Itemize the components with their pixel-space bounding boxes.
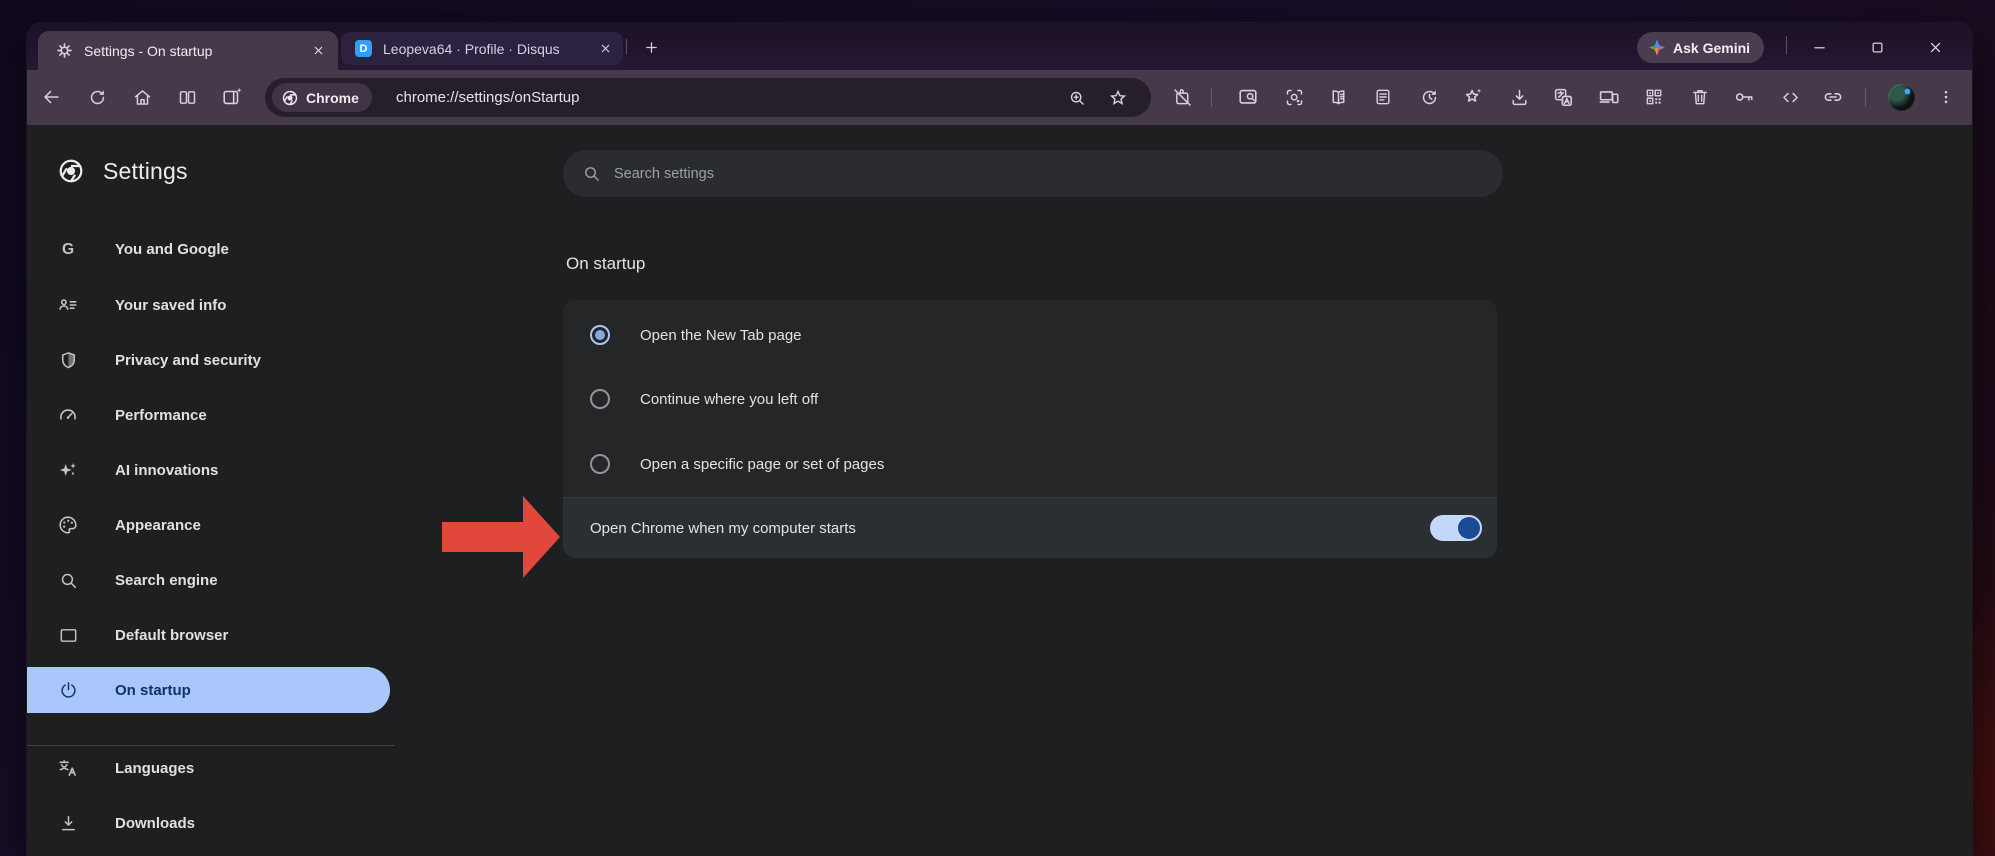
speedometer-icon (57, 404, 79, 426)
download-icon (57, 812, 79, 834)
person-card-icon (57, 294, 79, 316)
link-chain-icon[interactable] (1821, 85, 1845, 109)
close-icon[interactable] (308, 41, 328, 61)
open-chrome-on-startup-row[interactable]: Open Chrome when my computer starts (563, 497, 1497, 558)
tab-title: Leopeva64 · Profile · Disqus (383, 41, 595, 57)
translate-icon[interactable] (1551, 85, 1575, 109)
gear-icon (56, 42, 73, 59)
radio-unselected-icon[interactable] (590, 389, 610, 409)
toggle-switch-on[interactable] (1430, 515, 1482, 541)
browser-window: Settings - On startup D Leopeva64 · Prof… (27, 23, 1972, 856)
sidebar-item-languages[interactable]: Languages (27, 745, 390, 791)
radio-option-specific-pages[interactable]: Open a specific page or set of pages (563, 436, 1497, 492)
translate-a-icon (57, 757, 79, 779)
on-startup-card: Open the New Tab page Continue where you… (563, 300, 1497, 558)
devices-icon[interactable] (1597, 85, 1621, 109)
radio-unselected-icon[interactable] (590, 454, 610, 474)
code-brackets-icon[interactable] (1778, 85, 1802, 109)
sidebar-item-appearance[interactable]: Appearance (27, 502, 390, 548)
radio-option-new-tab-page[interactable]: Open the New Tab page (563, 307, 1497, 363)
download-tray-icon[interactable] (1507, 85, 1531, 109)
settings-page: Settings G You and Google Your saved inf… (27, 125, 1972, 856)
toolbar-separator (1211, 88, 1212, 107)
back-arrow-icon[interactable] (39, 85, 63, 109)
minimize-icon[interactable] (1805, 33, 1833, 61)
tab-settings[interactable]: Settings - On startup (38, 31, 338, 70)
tab-disqus[interactable]: D Leopeva64 · Profile · Disqus (341, 32, 623, 65)
disqus-icon: D (355, 40, 372, 57)
sparkles-icon (57, 459, 79, 481)
qr-code-icon[interactable] (1642, 85, 1666, 109)
close-icon[interactable] (595, 39, 615, 59)
search-icon (582, 164, 601, 183)
chip-label: Chrome (306, 90, 359, 106)
lens-camera-icon[interactable] (1282, 85, 1306, 109)
svg-text:G: G (62, 241, 74, 258)
chrome-logo-icon (57, 157, 85, 185)
sidebar-item-default-browser[interactable]: Default browser (27, 612, 390, 658)
reader-book-icon[interactable] (1326, 85, 1350, 109)
star-icon[interactable] (1106, 86, 1130, 110)
browser-window-icon (57, 624, 79, 646)
extension-off-icon[interactable] (1170, 85, 1194, 109)
tab-separator (626, 39, 627, 54)
close-icon[interactable] (1921, 33, 1949, 61)
toolbar-separator (1865, 88, 1866, 107)
controls-separator (1786, 36, 1787, 54)
settings-header: Settings (57, 157, 188, 185)
palette-icon (57, 514, 79, 536)
chrome-chip[interactable]: Chrome (272, 83, 372, 112)
radio-selected-icon[interactable] (590, 325, 610, 345)
zoom-in-icon[interactable] (1065, 86, 1089, 110)
new-tab-button[interactable] (638, 34, 664, 60)
tab-strip: Settings - On startup D Leopeva64 · Prof… (27, 23, 1972, 70)
tab-title: Settings - On startup (84, 43, 308, 59)
browser-toolbar: Chrome chrome://settings/onStartup (27, 70, 1972, 125)
sidebar-item-your-saved-info[interactable]: Your saved info (27, 282, 390, 328)
shield-icon (57, 349, 79, 371)
sidebar-item-downloads[interactable]: Downloads (27, 800, 390, 846)
reload-icon[interactable] (85, 85, 109, 109)
sidebar-item-you-and-google[interactable]: G You and Google (27, 226, 390, 272)
annotation-arrow (442, 522, 524, 552)
bookmark-sparkle-icon[interactable] (1461, 85, 1485, 109)
url-text: chrome://settings/onStartup (396, 78, 579, 117)
section-title: On startup (566, 254, 645, 274)
split-view-icon[interactable] (175, 85, 199, 109)
password-key-icon[interactable] (1732, 85, 1756, 109)
toggle-knob (1458, 517, 1480, 539)
three-dot-menu-icon[interactable] (1934, 85, 1958, 109)
ask-gemini-label: Ask Gemini (1673, 40, 1750, 56)
delete-trash-icon[interactable] (1688, 85, 1712, 109)
google-g-icon: G (57, 238, 79, 260)
address-bar[interactable]: Chrome chrome://settings/onStartup (265, 78, 1151, 117)
sidebar-item-performance[interactable]: Performance (27, 392, 390, 438)
tab-search-icon[interactable] (1236, 85, 1260, 109)
gemini-sparkle-icon (1649, 40, 1665, 56)
side-panel-sparkle-icon[interactable] (220, 85, 244, 109)
sidebar-item-privacy-and-security[interactable]: Privacy and security (27, 337, 390, 383)
page-title: Settings (103, 158, 188, 185)
sidebar-item-ai-innovations[interactable]: AI innovations (27, 447, 390, 493)
annotation-arrow-head (523, 496, 560, 578)
radio-option-continue[interactable]: Continue where you left off (563, 371, 1497, 427)
reading-list-icon[interactable] (1371, 85, 1395, 109)
maximize-icon[interactable] (1863, 33, 1891, 61)
history-clock-icon[interactable] (1417, 85, 1441, 109)
avatar[interactable] (1888, 84, 1915, 111)
search-input[interactable] (614, 166, 1454, 182)
ask-gemini-button[interactable]: Ask Gemini (1637, 32, 1764, 63)
sidebar-item-search-engine[interactable]: Search engine (27, 557, 390, 603)
sidebar-item-on-startup[interactable]: On startup (27, 667, 390, 713)
power-icon (57, 679, 79, 701)
settings-search-bar[interactable] (563, 150, 1503, 197)
magnifier-icon (57, 569, 79, 591)
home-icon[interactable] (130, 85, 154, 109)
chrome-logo-icon (281, 89, 299, 107)
